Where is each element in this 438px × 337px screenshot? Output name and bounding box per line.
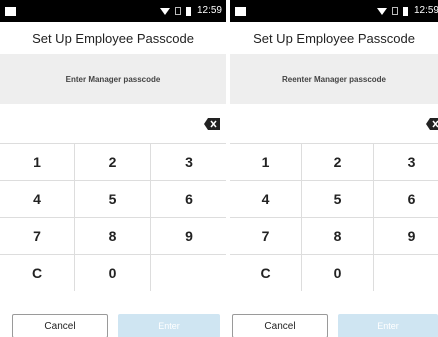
key-6[interactable]: 6 (151, 180, 226, 217)
key-clear[interactable]: C (230, 254, 302, 291)
screen-enter-passcode: 12:59 Set Up Employee Passcode Enter Man… (0, 0, 226, 337)
key-5[interactable]: 5 (302, 180, 374, 217)
status-time: 12:59 (413, 5, 438, 16)
cancel-button[interactable]: Cancel (12, 314, 108, 337)
key-3[interactable]: 3 (374, 143, 438, 180)
status-bar: 12:59 (230, 0, 438, 22)
key-blank (374, 254, 438, 291)
notification-icon (5, 7, 16, 16)
status-bar: 12:59 (0, 0, 226, 22)
key-0[interactable]: 0 (75, 254, 151, 291)
key-3[interactable]: 3 (151, 143, 226, 180)
enter-button[interactable]: Enter (338, 314, 438, 337)
key-8[interactable]: 8 (75, 217, 151, 254)
instruction-text: Enter Manager passcode (0, 54, 226, 104)
status-icons: 12:59 (376, 0, 438, 22)
wifi-icon (376, 7, 387, 15)
key-5[interactable]: 5 (75, 180, 151, 217)
passcode-entry (0, 104, 226, 144)
battery-icon (185, 6, 191, 16)
key-blank (151, 254, 226, 291)
action-bar: Cancel Enter (230, 306, 438, 337)
action-bar: Cancel Enter (0, 306, 226, 337)
keypad: 1 2 3 4 5 6 7 8 9 C 0 (230, 143, 438, 291)
key-clear[interactable]: C (0, 254, 75, 291)
screen-reenter-passcode: 12:59 Set Up Employee Passcode Reenter M… (230, 0, 438, 337)
key-8[interactable]: 8 (302, 217, 374, 254)
key-9[interactable]: 9 (151, 217, 226, 254)
key-2[interactable]: 2 (75, 143, 151, 180)
passcode-entry (230, 104, 438, 144)
sim-icon (174, 7, 181, 15)
page-title: Set Up Employee Passcode (230, 22, 438, 54)
key-2[interactable]: 2 (302, 143, 374, 180)
cancel-button[interactable]: Cancel (232, 314, 328, 337)
key-7[interactable]: 7 (0, 217, 75, 254)
key-9[interactable]: 9 (374, 217, 438, 254)
key-4[interactable]: 4 (230, 180, 302, 217)
backspace-icon[interactable] (204, 118, 220, 130)
enter-button[interactable]: Enter (118, 314, 220, 337)
key-7[interactable]: 7 (230, 217, 302, 254)
notification-icon (235, 7, 246, 16)
backspace-icon[interactable] (426, 118, 438, 130)
sim-icon (391, 7, 398, 15)
wifi-icon (159, 7, 170, 15)
instruction-text: Reenter Manager passcode (230, 54, 438, 104)
status-icons: 12:59 (159, 0, 222, 22)
key-6[interactable]: 6 (374, 180, 438, 217)
status-time: 12:59 (196, 5, 222, 16)
keypad: 1 2 3 4 5 6 7 8 9 C 0 (0, 143, 226, 291)
key-1[interactable]: 1 (0, 143, 75, 180)
key-1[interactable]: 1 (230, 143, 302, 180)
battery-icon (402, 6, 408, 16)
page-title: Set Up Employee Passcode (0, 22, 226, 54)
key-4[interactable]: 4 (0, 180, 75, 217)
key-0[interactable]: 0 (302, 254, 374, 291)
